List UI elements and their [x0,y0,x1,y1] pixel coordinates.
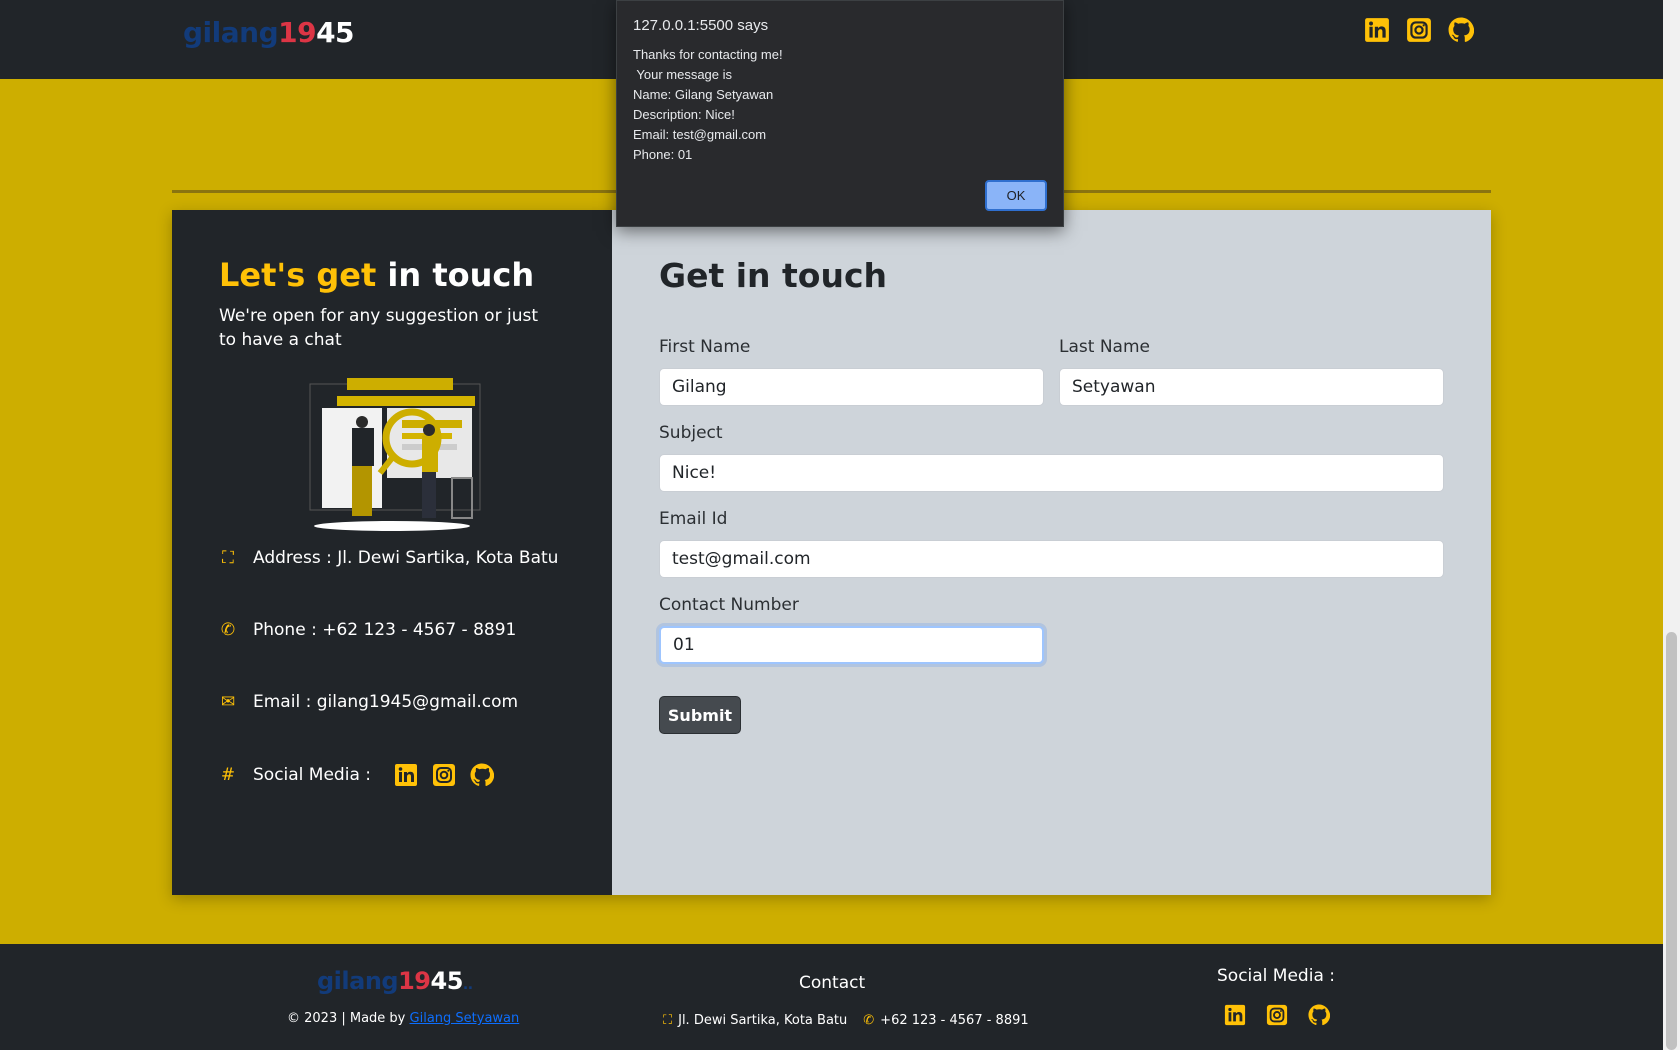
address-text: Address : Jl. Dewi Sartika, Kota Batu [253,548,559,568]
envelope-icon: ✉ [220,692,236,712]
github-icon[interactable] [1306,1002,1332,1028]
hash-icon: # [220,765,236,785]
contact-illustration [309,378,481,531]
dialog-line: Name: Gilang Setyawan [633,87,774,102]
footer-contact-row: ⛶ Jl. Dewi Sartika, Kota Batu ✆ +62 123 - … [663,1013,1029,1028]
instagram-icon[interactable] [1406,17,1432,43]
contact-number-label: Contact Number [659,595,799,615]
footer-address: Jl. Dewi Sartika, Kota Batu [678,1013,848,1028]
title-accent: Let's get [219,256,377,294]
footer-social-links [1222,1002,1332,1028]
dialog-line: Phone: 01 [633,147,693,162]
dialog-message: Thanks for contacting me! Your message i… [633,45,783,165]
brand-part-name: gilang [183,16,279,49]
linkedin-icon[interactable] [393,762,419,788]
footer-brand-part-19: 19 [398,967,431,995]
submit-button[interactable]: Submit [659,696,741,734]
phone-icon: ✆ [863,1013,875,1028]
social-label: Social Media : [253,765,371,785]
brand-part-19: 19 [278,16,317,49]
brand-logo[interactable]: gilang1945 [183,16,355,49]
email-label: Email Id [659,509,728,529]
footer-brand-part-45: 45 [430,967,464,995]
contact-form-panel: Get in touch First Name Last Name Subjec… [612,210,1491,895]
map-icon: ⛶ [222,548,234,568]
ok-button[interactable]: OK [985,180,1047,211]
footer-phone: +62 123 - 4567 - 8891 [880,1013,1029,1028]
email-text: Email : gilang1945@gmail.com [253,692,519,712]
email-input[interactable] [659,540,1444,578]
social-row: # Social Media : [219,762,495,788]
instagram-icon[interactable] [431,762,457,788]
contact-info-title: Let's get in touch [219,256,534,294]
footer-copyright: © 2023 | Made by Gilang Setyawan [287,1011,519,1026]
author-link[interactable]: Gilang Setyawan [410,1011,520,1026]
copyright-text: © 2023 | Made by [287,1011,410,1026]
dialog-title: 127.0.0.1:5500 says [633,17,769,34]
github-icon[interactable] [1448,17,1474,43]
first-name-label: First Name [659,337,751,357]
title-rest: in touch [376,256,535,294]
brand-part-45: 45 [316,16,355,49]
address-row: ⛶ Address : Jl. Dewi Sartika, Kota Batu [219,548,558,568]
page-scrollbar[interactable] [1663,0,1680,1050]
dialog-line: Your message is [633,67,733,82]
scrollbar-thumb[interactable] [1666,632,1677,1050]
map-icon: ⛶ [663,1013,673,1028]
contact-number-input[interactable] [659,626,1044,664]
github-icon[interactable] [469,762,495,788]
phone-text: Phone : +62 123 - 4567 - 8891 [253,620,517,640]
linkedin-icon[interactable] [1222,1002,1248,1028]
email-row: ✉ Email : gilang1945@gmail.com [219,692,518,712]
alert-dialog: 127.0.0.1:5500 says Thanks for contactin… [616,0,1064,227]
dialog-line: Description: Nice! [633,107,735,122]
footer-social-title: Social Media : [1217,966,1335,986]
instagram-icon[interactable] [1264,1002,1290,1028]
footer-contact-title: Contact [799,973,866,993]
footer-brand-part-name: gilang [317,967,399,995]
contact-social-links [393,762,495,788]
footer-brand-dots: .. [462,977,473,993]
phone-row: ✆ Phone : +62 123 - 4567 - 8891 [219,620,516,640]
contact-card: Let's get in touch We're open for any su… [172,210,1491,895]
dialog-line: Email: test@gmail.com [633,127,767,142]
form-title: Get in touch [659,256,888,295]
dialog-line: Thanks for contacting me! [633,47,783,62]
phone-icon: ✆ [220,620,236,640]
subject-label: Subject [659,423,723,443]
contact-info-panel: Let's get in touch We're open for any su… [172,210,612,895]
footer-brand-logo[interactable]: gilang1945.. [317,967,473,995]
linkedin-icon[interactable] [1364,17,1390,43]
page-footer: gilang1945.. © 2023 | Made by Gilang Set… [0,944,1663,1050]
subject-input[interactable] [659,454,1444,492]
contact-info-subtitle: We're open for any suggestion or just to… [219,306,538,350]
first-name-input[interactable] [659,368,1044,406]
last-name-label: Last Name [1059,337,1150,357]
navbar-social-links [1364,17,1474,43]
last-name-input[interactable] [1059,368,1444,406]
